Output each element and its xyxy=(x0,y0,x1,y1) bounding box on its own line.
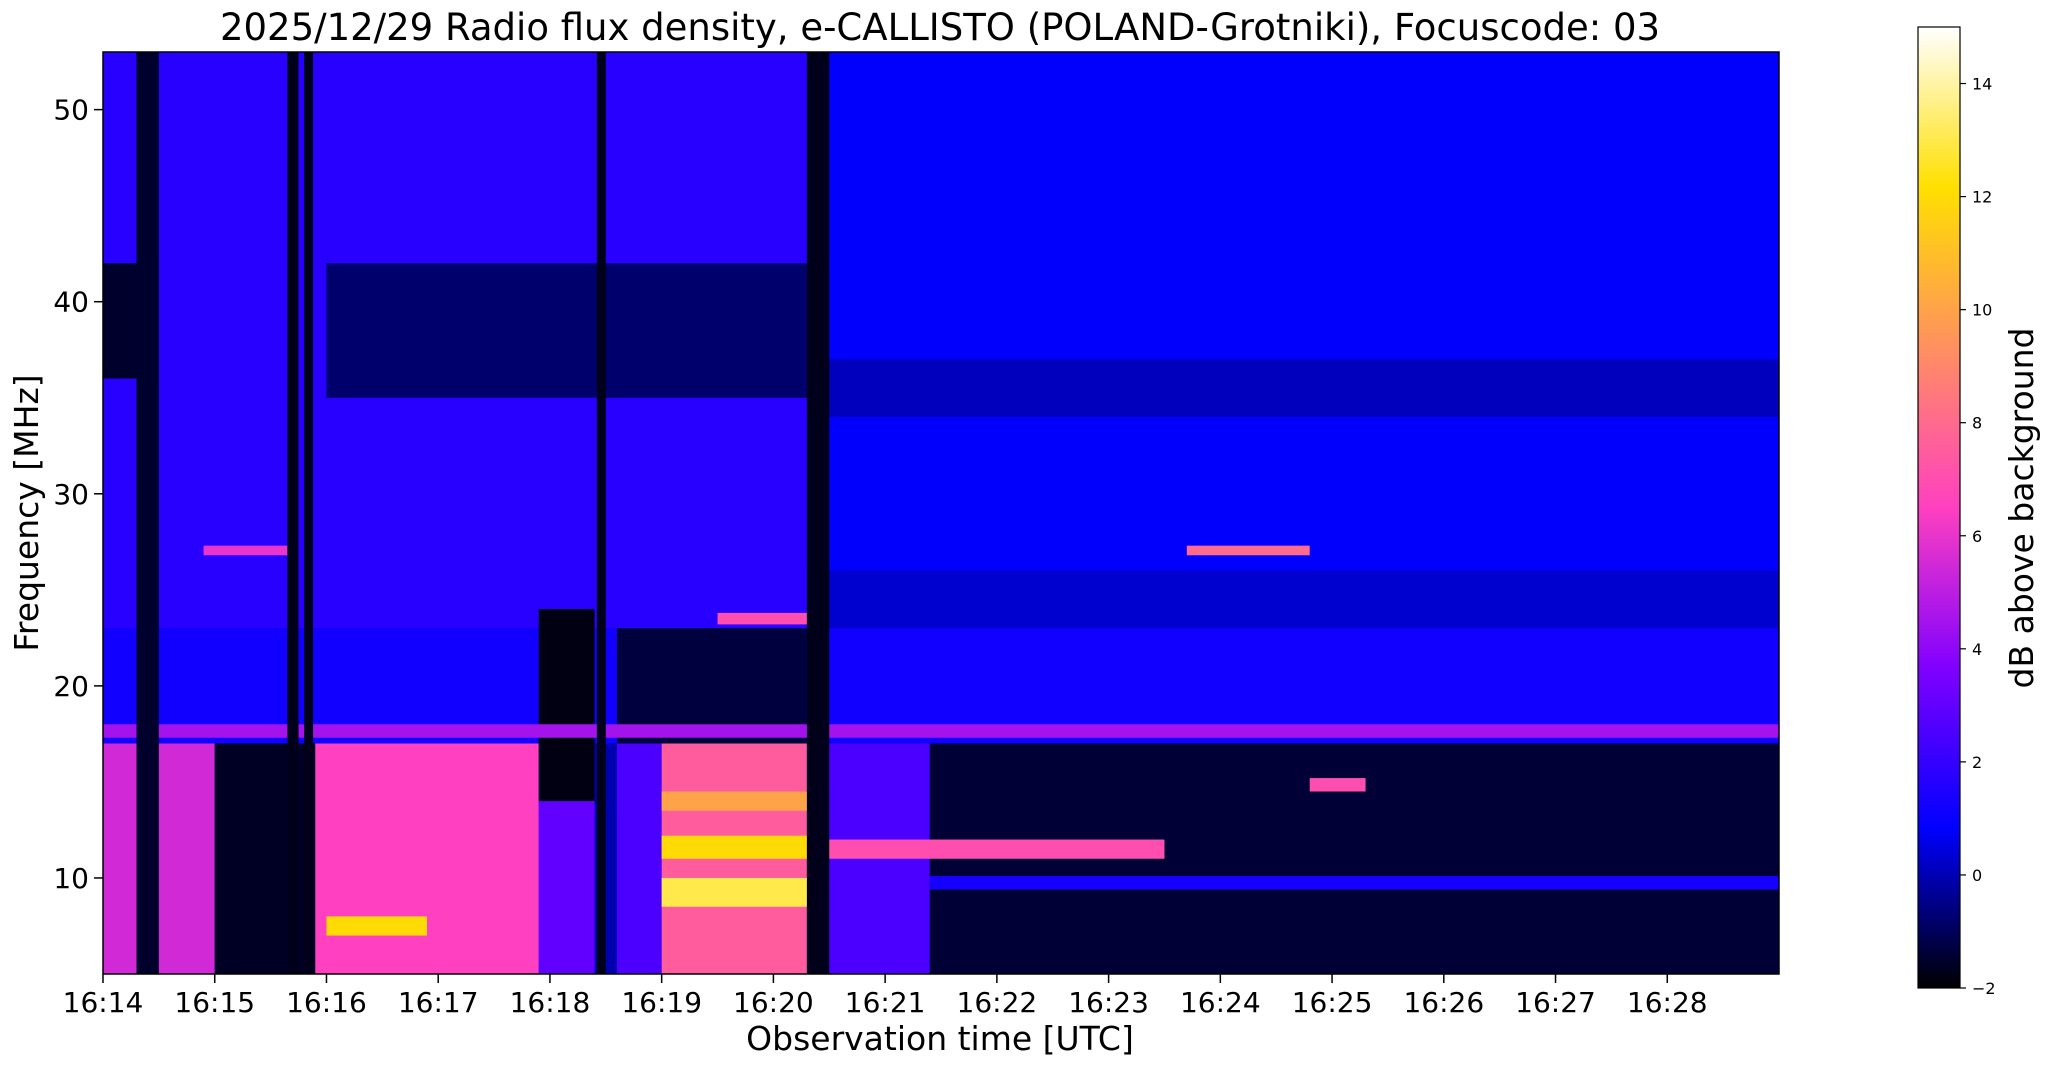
x-tick-label: 16:15 xyxy=(174,986,255,1019)
x-tick-label: 16:25 xyxy=(1292,986,1373,1019)
colorbar-ticks: −2 0 2 4 6 8 10 12 14 xyxy=(1960,75,1996,998)
heatmap-cell-18 xyxy=(661,835,807,859)
heatmap-cell-25 xyxy=(103,724,1779,738)
x-tick-label: 16:19 xyxy=(621,986,702,1019)
heatmap-cell-32 xyxy=(806,52,830,974)
y-tick-label: 20 xyxy=(53,670,89,703)
colorbar-gradient xyxy=(1917,26,1961,989)
heatmap-cells xyxy=(103,52,1779,974)
colorbar-tick-label: 8 xyxy=(1972,414,1982,433)
heatmap-cell-28 xyxy=(136,52,159,974)
colorbar-tick-label: 14 xyxy=(1972,75,1992,94)
heatmap-cell-27 xyxy=(929,876,1779,890)
colorbar-tick-label: −2 xyxy=(1972,979,1996,998)
heatmap-cell-15 xyxy=(538,609,595,802)
colorbar-label: dB above background xyxy=(2002,328,2041,689)
heatmap-cell-29 xyxy=(287,52,299,974)
heatmap-cell-11 xyxy=(616,743,662,974)
x-axis-label: Observation time [UTC] xyxy=(746,1019,1134,1058)
colorbar-tick-label: 6 xyxy=(1972,527,1982,546)
heatmap-cell-30 xyxy=(304,52,314,974)
heatmap-cell-19 xyxy=(661,791,807,811)
x-tick-label: 16:26 xyxy=(1403,986,1484,1019)
heatmap-cell-8 xyxy=(214,743,316,974)
heatmap-cell-1 xyxy=(806,52,1779,629)
colorbar-tick-label: 0 xyxy=(1972,866,1982,885)
heatmap-cell-5 xyxy=(806,359,1779,417)
heatmap-cell-3 xyxy=(326,263,807,398)
colorbar-tick-label: 12 xyxy=(1972,188,1992,207)
heatmap-cell-4 xyxy=(103,263,137,379)
y-axis-label: Frequency [MHz] xyxy=(7,374,46,651)
colorbar-tick-label: 10 xyxy=(1972,301,1992,320)
x-tick-label: 16:23 xyxy=(1068,986,1149,1019)
x-tick-label: 16:20 xyxy=(733,986,814,1019)
heatmap-cell-24 xyxy=(1186,545,1310,556)
colorbar: −2 0 2 4 6 8 10 12 14 dB above background xyxy=(1917,26,2041,998)
y-tick-label: 30 xyxy=(53,478,89,511)
heatmap-cell-21 xyxy=(326,916,428,936)
x-tick-label: 16:16 xyxy=(286,986,367,1019)
heatmap-cell-17 xyxy=(661,877,807,907)
x-axis: 16:14 16:15 16:16 16:17 16:18 16:19 16:20 16:21… xyxy=(63,974,1708,1019)
heatmap-cell-22 xyxy=(806,839,1165,859)
x-tick-label: 16:22 xyxy=(957,986,1038,1019)
colorbar-tick-label: 4 xyxy=(1972,640,1982,659)
x-tick-label: 16:18 xyxy=(510,986,591,1019)
x-tick-label: 16:27 xyxy=(1515,986,1596,1019)
x-tick-label: 16:14 xyxy=(63,986,144,1019)
x-tick-label: 16:21 xyxy=(845,986,926,1019)
heatmap-cell-9 xyxy=(315,743,539,974)
y-tick-label: 40 xyxy=(53,286,89,319)
y-tick-label: 50 xyxy=(53,94,89,127)
y-axis: 10 20 30 40 50 xyxy=(53,94,103,895)
y-tick-label: 10 xyxy=(53,862,89,895)
chart-title: 2025/12/29 Radio flux density, e-CALLIST… xyxy=(220,6,1660,49)
heatmap-cell-26 xyxy=(1309,778,1366,792)
x-tick-label: 16:17 xyxy=(398,986,479,1019)
spectrogram-figure: 2025/12/29 Radio flux density, e-CALLIST… xyxy=(7,6,2041,1058)
colorbar-tick-label: 2 xyxy=(1972,753,1982,772)
plot-area xyxy=(102,51,1780,975)
heatmap-cell-20 xyxy=(717,612,807,625)
x-tick-label: 16:24 xyxy=(1180,986,1261,1019)
heatmap-cell-6 xyxy=(806,570,1779,629)
heatmap-cell-23 xyxy=(203,545,293,556)
x-tick-label: 16:28 xyxy=(1627,986,1708,1019)
heatmap-cell-31 xyxy=(596,52,606,974)
